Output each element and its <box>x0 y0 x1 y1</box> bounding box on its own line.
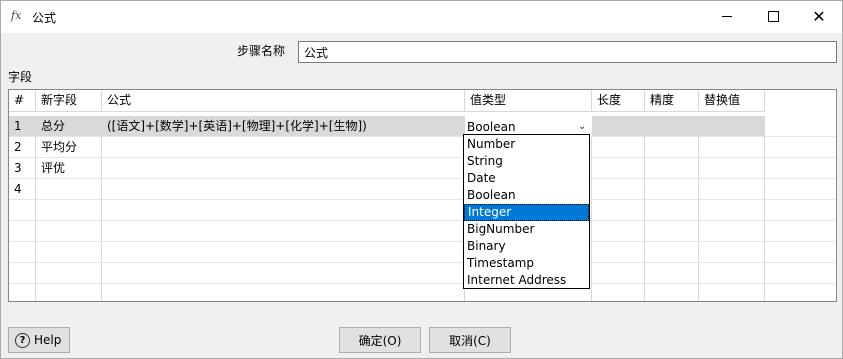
empty-cell <box>765 179 836 200</box>
new-field-cell[interactable]: 总分 <box>36 116 102 137</box>
step-name-label: 步骤名称 <box>237 44 286 58</box>
close-icon: ✕ <box>812 6 826 26</box>
new-field-cell[interactable] <box>36 179 102 200</box>
column-header-precision[interactable]: 精度 <box>645 90 699 111</box>
column-header-new-field[interactable]: 新字段 <box>36 90 102 111</box>
table-row[interactable]: 1 总分 ([语文]+[数学]+[英语]+[物理]+[化学]+[生物]) Boo… <box>9 116 836 137</box>
new-field-cell[interactable]: 评优 <box>36 158 102 179</box>
table-row[interactable]: 3 评优 <box>9 158 836 179</box>
row-number: 1 <box>9 116 36 137</box>
precision-cell[interactable] <box>645 116 699 137</box>
maximize-button[interactable] <box>750 1 796 32</box>
empty-cell <box>765 116 836 137</box>
column-header-length[interactable]: 长度 <box>592 90 645 111</box>
precision-cell[interactable] <box>645 158 699 179</box>
empty-row <box>9 284 836 301</box>
empty-row <box>9 221 836 242</box>
length-cell[interactable] <box>592 137 645 158</box>
empty-cell <box>765 137 836 158</box>
dropdown-option-number[interactable]: Number <box>464 136 589 153</box>
precision-cell[interactable] <box>645 137 699 158</box>
formula-dialog: fx 公式 ✕ 步骤名称 字段 ^ # 新字段 公式 值类型 长度 精度 替换值… <box>0 0 843 359</box>
precision-cell[interactable] <box>645 179 699 200</box>
dropdown-option-integer[interactable]: Integer <box>464 204 589 221</box>
dropdown-option-boolean[interactable]: Boolean <box>464 187 589 204</box>
minimize-icon <box>722 16 732 17</box>
cancel-button[interactable]: 取消(C) <box>429 327 511 353</box>
replace-value-cell[interactable] <box>699 137 765 158</box>
table-header: ^ # 新字段 公式 值类型 长度 精度 替换值 <box>9 90 765 112</box>
maximize-icon <box>767 11 779 22</box>
column-header-replace-value[interactable]: 替换值 <box>699 90 765 111</box>
dropdown-option-binary[interactable]: Binary <box>464 238 589 255</box>
fx-icon: fx <box>11 9 22 22</box>
replace-value-cell[interactable] <box>699 116 765 137</box>
dropdown-option-bignumber[interactable]: BigNumber <box>464 221 589 238</box>
row-number: 4 <box>9 179 36 200</box>
value-type-dropdown-list: Number String Date Boolean Integer BigNu… <box>463 134 590 289</box>
length-cell[interactable] <box>592 116 645 137</box>
help-icon: ? <box>15 332 30 348</box>
replace-value-cell[interactable] <box>699 158 765 179</box>
dropdown-option-date[interactable]: Date <box>464 170 589 187</box>
fields-label: 字段 <box>8 70 33 84</box>
dropdown-option-internet-address[interactable]: Internet Address <box>464 272 589 289</box>
chevron-down-icon[interactable]: ⌄ <box>578 122 588 132</box>
formula-cell[interactable]: ([语文]+[数学]+[英语]+[物理]+[化学]+[生物]) <box>102 116 465 137</box>
empty-row <box>9 263 836 284</box>
empty-row <box>9 242 836 263</box>
fields-table: ^ # 新字段 公式 值类型 长度 精度 替换值 1 总分 ([语文]+[数学]… <box>8 89 837 302</box>
help-button-label: Help <box>34 333 62 347</box>
dropdown-option-timestamp[interactable]: Timestamp <box>464 255 589 272</box>
row-number: 3 <box>9 158 36 179</box>
column-header-number[interactable]: ^ # <box>9 90 36 111</box>
column-header-value-type[interactable]: 值类型 <box>465 90 592 111</box>
empty-cell <box>765 158 836 179</box>
column-header-formula[interactable]: 公式 <box>102 90 465 111</box>
sort-caret-icon: ^ <box>19 90 26 94</box>
formula-cell[interactable] <box>102 158 465 179</box>
table-row[interactable]: 2 平均分 <box>9 137 836 158</box>
empty-row <box>9 200 836 221</box>
ok-button[interactable]: 确定(O) <box>339 327 421 353</box>
table-row[interactable]: 4 <box>9 179 836 200</box>
step-name-input[interactable] <box>298 41 837 63</box>
help-button[interactable]: ? Help <box>8 327 70 353</box>
length-cell[interactable] <box>592 179 645 200</box>
formula-cell[interactable] <box>102 179 465 200</box>
window-title: 公式 <box>32 11 57 25</box>
formula-cell[interactable] <box>102 137 465 158</box>
length-cell[interactable] <box>592 158 645 179</box>
new-field-cell[interactable]: 平均分 <box>36 137 102 158</box>
close-button[interactable]: ✕ <box>796 1 842 32</box>
dropdown-option-string[interactable]: String <box>464 153 589 170</box>
title-bar: fx 公式 ✕ <box>1 1 842 33</box>
minimize-button[interactable] <box>704 1 750 32</box>
replace-value-cell[interactable] <box>699 179 765 200</box>
row-number: 2 <box>9 137 36 158</box>
